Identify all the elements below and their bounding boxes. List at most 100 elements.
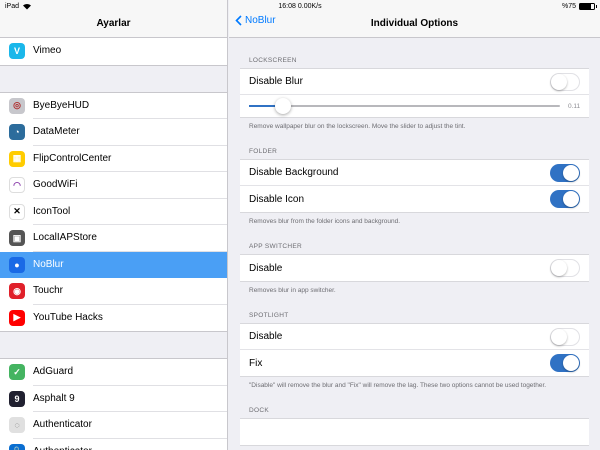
adguard-icon: ✓ [9, 364, 25, 381]
sidebar-item-label: GoodWiFi [33, 172, 227, 199]
spotlight-disable-switch[interactable] [550, 327, 580, 346]
settings-sidebar: Ayarlar V Vimeo ◎ ByeByeHUD ◔ DataMeter ▦ FlipC… [0, 0, 228, 450]
sidebar-item-label: Authenticator [33, 412, 227, 439]
sidebar-item-label: IconTool [33, 199, 227, 225]
section-header-lockscreen: LOCKSCREEN [249, 57, 297, 64]
disable-background-switch[interactable] [550, 163, 580, 182]
sidebar-item-noblur[interactable]: ● NoBlur [0, 251, 227, 278]
section-header-dock: DOCK [249, 407, 269, 415]
sidebar-list: V Vimeo ◎ ByeByeHUD ◔ DataMeter ▦ FlipControlCe… [0, 38, 227, 450]
authenticator-icon: ◌ [9, 417, 25, 434]
detail-pane: NoBlur Individual Options LOCKSCREEN Dis… [229, 0, 600, 450]
sidebar-item-goodwifi[interactable]: ◠ GoodWiFi [0, 172, 227, 199]
row-label: Disable [249, 262, 283, 274]
sidebar-item-touchr[interactable]: ◉ Touchr [0, 278, 227, 305]
datameter-icon: ◔ [9, 124, 25, 141]
sidebar-item-flipcontrolcenter[interactable]: ▦ FlipControlCenter [0, 146, 227, 172]
carrier-label: iPad [5, 2, 20, 10]
sidebar-item-label: ByeByeHUD [33, 93, 227, 119]
disable-blur-switch[interactable] [550, 72, 580, 91]
slider-value: 0.11 [568, 102, 581, 110]
sidebar-group: ◎ ByeByeHUD ◔ DataMeter ▦ FlipControlCenter ◠ G… [0, 91, 227, 332]
lockscreen-footer: Remove wallpaper blur on the lockscreen.… [249, 123, 466, 130]
switch-knob [563, 164, 579, 181]
sidebar-item-label: Vimeo [33, 45, 62, 56]
spotlight-group: Disable Fix [240, 323, 589, 378]
folder-footer: Removes blur from the folder icons and b… [249, 218, 401, 226]
sidebar-item-byebyehud[interactable]: ◎ ByeByeHUD [0, 93, 227, 119]
row-label: Disable [249, 331, 283, 343]
sidebar-item-adguard[interactable]: ✓ AdGuard [0, 359, 227, 386]
switch-knob [551, 260, 567, 277]
section-header-spotlight: SPOTLIGHT [249, 312, 289, 320]
wifi-icon: ◠ [9, 177, 25, 194]
spotlight-fix-switch[interactable] [550, 354, 580, 373]
authenticator-lock-icon: 🔒 [9, 443, 25, 450]
lockscreen-group: Disable Blur 0.11 [240, 68, 589, 118]
row-app-switcher-disable: Disable [240, 255, 589, 281]
battery-icon [579, 2, 597, 10]
sidebar-item-label: AdGuard [33, 359, 227, 386]
switch-knob [563, 355, 579, 372]
sidebar-item-icontool[interactable]: ✕ IconTool [0, 199, 227, 225]
switch-knob [551, 73, 567, 90]
spotlight-footer: "Disable" will remove the blur and "Fix"… [249, 382, 547, 390]
section-header-app-switcher: APP SWITCHER [249, 243, 302, 251]
disable-icon-switch[interactable] [550, 190, 580, 209]
vimeo-icon: V [9, 43, 25, 60]
row-label: Disable Blur [249, 76, 303, 87]
sidebar-item-vimeo[interactable]: V Vimeo [0, 38, 227, 65]
row-disable-blur: Disable Blur [240, 69, 589, 95]
sidebar-item-label: Touchr [33, 278, 227, 305]
switch-knob [551, 328, 567, 345]
byebyehud-icon: ◎ [9, 97, 25, 114]
row-label: Disable Background [249, 167, 339, 179]
status-center: 16:08 0.00K/s [278, 2, 322, 10]
row-label: Disable Icon [249, 193, 305, 205]
sidebar-item-authenticator[interactable]: 🔒 Authenticator [0, 439, 227, 450]
page-title: Individual Options [370, 18, 459, 29]
localiapstore-icon: ▣ [9, 230, 25, 247]
touchr-icon: ◉ [9, 283, 25, 300]
sidebar-item-youtube-hacks[interactable]: ▶ YouTube Hacks [0, 305, 227, 332]
slider-thumb[interactable] [275, 98, 292, 114]
sidebar-group: V Vimeo [0, 38, 227, 66]
sidebar-item-label: DataMeter [33, 119, 227, 146]
sidebar-item-label: Authenticator [33, 439, 227, 450]
sidebar-title: Ayarlar [96, 18, 131, 29]
app-switcher-footer: Removes blur in app switcher. [249, 287, 336, 295]
folder-group: Disable Background Disable Icon [240, 159, 589, 214]
row-label: Fix [249, 357, 263, 369]
sidebar-group: ✓ AdGuard 9 Asphalt 9 ◌ Authenticator 🔒 Authent… [0, 358, 227, 450]
sidebar-item-label: Asphalt 9 [33, 386, 227, 412]
sidebar-item-datameter[interactable]: ◔ DataMeter [0, 119, 227, 146]
app-switcher-group: Disable [240, 254, 589, 283]
asphalt9-icon: 9 [9, 390, 25, 407]
noblur-icon: ● [9, 256, 25, 273]
status-bar: iPad 16:08 0.00K/s %75 [0, 0, 600, 12]
row-dock [240, 419, 589, 445]
row-spotlight-fix: Fix [240, 350, 589, 376]
tint-slider-row: 0.11 [240, 95, 589, 117]
youtube-icon: ▶ [9, 309, 25, 326]
sidebar-item-authenticator[interactable]: ◌ Authenticator [0, 412, 227, 439]
switch-knob [563, 191, 579, 208]
tint-slider[interactable] [249, 98, 560, 114]
section-header-folder: FOLDER [249, 148, 278, 156]
dock-group [240, 418, 589, 447]
row-disable-background: Disable Background [240, 160, 589, 187]
row-spotlight-disable: Disable [240, 324, 589, 351]
sidebar-item-asphalt-9[interactable]: 9 Asphalt 9 [0, 386, 227, 412]
hammer-wrench-icon: ✕ [9, 203, 25, 220]
row-disable-icon: Disable Icon [240, 186, 589, 212]
sidebar-item-label: FlipControlCenter [33, 146, 227, 172]
wifi-signal-icon [23, 3, 32, 9]
sidebar-item-label: LocalIAPStore [33, 225, 227, 252]
battery-percent: %75 [561, 2, 576, 10]
sidebar-item-localiapstore[interactable]: ▣ LocalIAPStore [0, 225, 227, 252]
flipcontrolcenter-icon: ▦ [9, 150, 25, 167]
sidebar-item-label: NoBlur [33, 258, 64, 270]
app-switcher-disable-switch[interactable] [550, 259, 580, 278]
